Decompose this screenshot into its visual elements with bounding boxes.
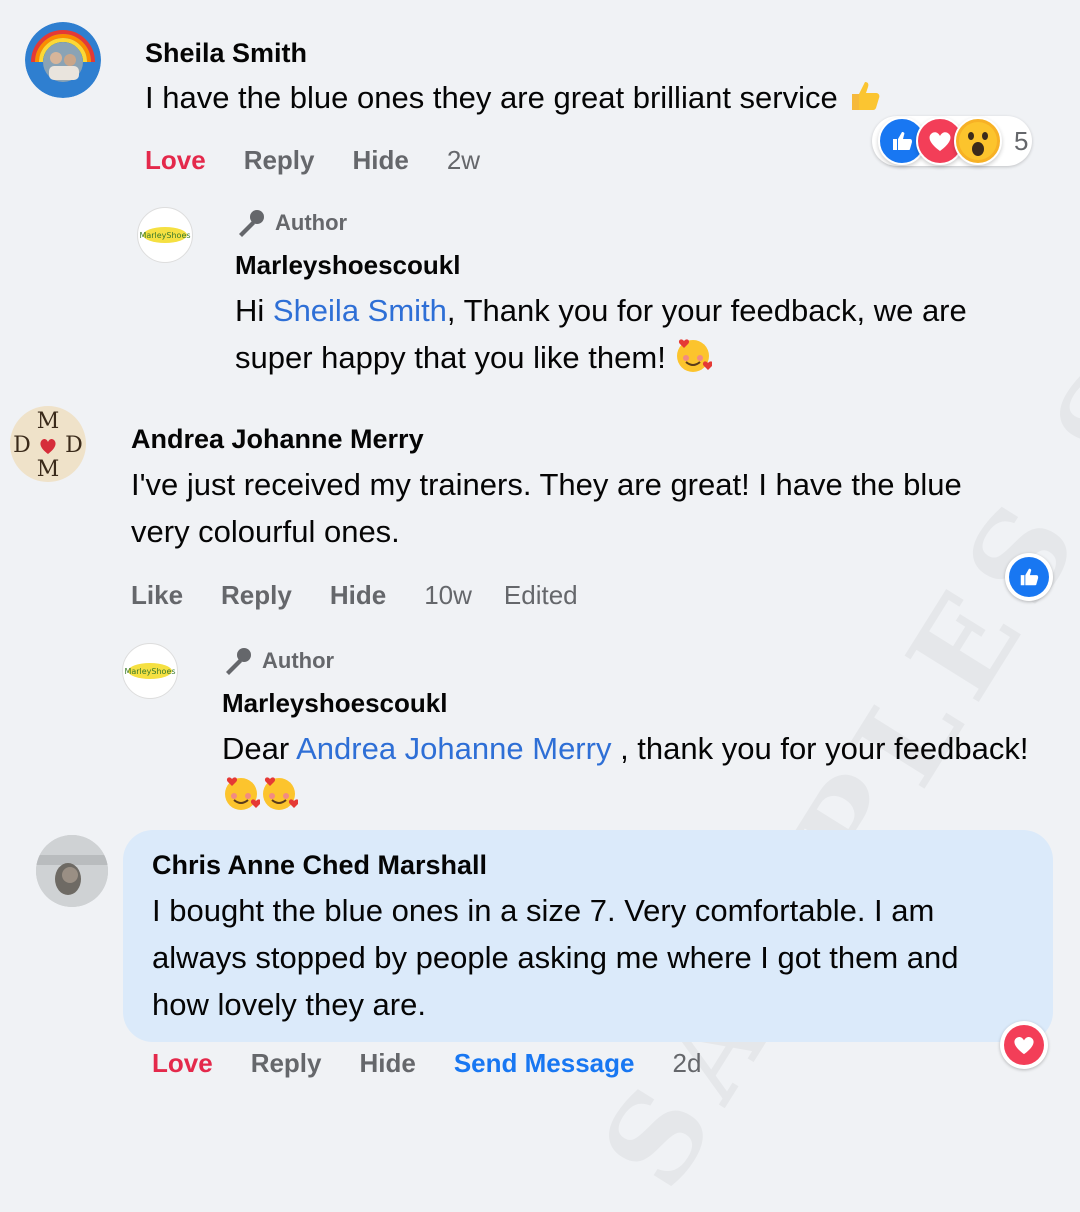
reply-button[interactable]: Reply bbox=[251, 1048, 322, 1079]
avatar-marleyshoes[interactable]: MarleyShoes bbox=[137, 207, 193, 263]
timestamp[interactable]: 10w bbox=[424, 580, 472, 611]
svg-text:M: M bbox=[37, 409, 60, 434]
reply-author-name[interactable]: Marleyshoescoukl bbox=[222, 688, 447, 719]
commenter-name[interactable]: Andrea Johanne Merry bbox=[131, 424, 424, 455]
avatar-sheila-smith[interactable] bbox=[25, 22, 101, 98]
comment-actions: Love Reply Hide Send Message 2d bbox=[152, 1048, 701, 1079]
hide-button[interactable]: Hide bbox=[353, 145, 409, 176]
avatar-marleyshoes[interactable]: MarleyShoes bbox=[122, 643, 178, 699]
mention-link[interactable]: Sheila Smith bbox=[273, 293, 447, 328]
comment-text: I've just received my trainers. They are… bbox=[131, 467, 962, 549]
author-badge: Author bbox=[222, 646, 334, 676]
svg-text:M: M bbox=[37, 457, 60, 482]
reaction-summary[interactable]: 5 bbox=[872, 116, 1032, 166]
commenter-name[interactable]: Sheila Smith bbox=[145, 38, 307, 69]
reply-button[interactable]: Reply bbox=[221, 580, 292, 611]
microphone-icon bbox=[239, 210, 264, 237]
wow-reaction-icon bbox=[954, 117, 1002, 165]
timestamp[interactable]: 2d bbox=[672, 1048, 701, 1079]
comment-actions: Love Reply Hide 2w bbox=[145, 145, 480, 176]
hide-button[interactable]: Hide bbox=[330, 580, 386, 611]
heart-reaction-icon[interactable] bbox=[1000, 1021, 1048, 1069]
edited-label: Edited bbox=[503, 580, 578, 610]
microphone-icon bbox=[226, 648, 251, 675]
like-reaction-icon[interactable] bbox=[1005, 553, 1053, 601]
love-button[interactable]: Love bbox=[145, 145, 206, 176]
reaction-count: 5 bbox=[1014, 125, 1029, 156]
smiling-hearts-emoji bbox=[260, 774, 300, 812]
timestamp[interactable]: 2w bbox=[447, 145, 480, 176]
comment-text: I bought the blue ones in a size 7. Very… bbox=[152, 893, 959, 1022]
logo-text: MarleyShoes bbox=[124, 667, 175, 676]
send-message-button[interactable]: Send Message bbox=[454, 1048, 635, 1079]
reply-text: Dear Andrea Johanne Merry , thank you fo… bbox=[222, 725, 1042, 819]
comment-actions: Like Reply Hide 10w Edited bbox=[131, 580, 578, 611]
smiling-hearts-emoji bbox=[674, 336, 714, 374]
reply-author-name[interactable]: Marleyshoescoukl bbox=[235, 250, 460, 281]
thumbs-up-emoji bbox=[846, 76, 884, 114]
like-button[interactable]: Like bbox=[131, 580, 183, 611]
avatar-andrea-johanne-merry[interactable]: M D D M bbox=[10, 406, 86, 482]
love-button[interactable]: Love bbox=[152, 1048, 213, 1079]
svg-text:D: D bbox=[65, 433, 83, 458]
smiling-hearts-emoji bbox=[222, 774, 262, 812]
reply-text: Hi Sheila Smith, Thank you for your feed… bbox=[235, 293, 967, 375]
author-badge: Author bbox=[235, 208, 347, 238]
hide-button[interactable]: Hide bbox=[360, 1048, 416, 1079]
avatar-chris-anne-ched-marshall[interactable] bbox=[36, 835, 108, 907]
logo-text: MarleyShoes bbox=[139, 231, 190, 240]
commenter-name[interactable]: Chris Anne Ched Marshall bbox=[152, 850, 487, 881]
reply-button[interactable]: Reply bbox=[244, 145, 315, 176]
mention-link[interactable]: Andrea Johanne Merry bbox=[296, 731, 611, 766]
comment-text: I have the blue ones they are great bril… bbox=[145, 74, 1015, 121]
svg-text:D: D bbox=[13, 433, 31, 458]
